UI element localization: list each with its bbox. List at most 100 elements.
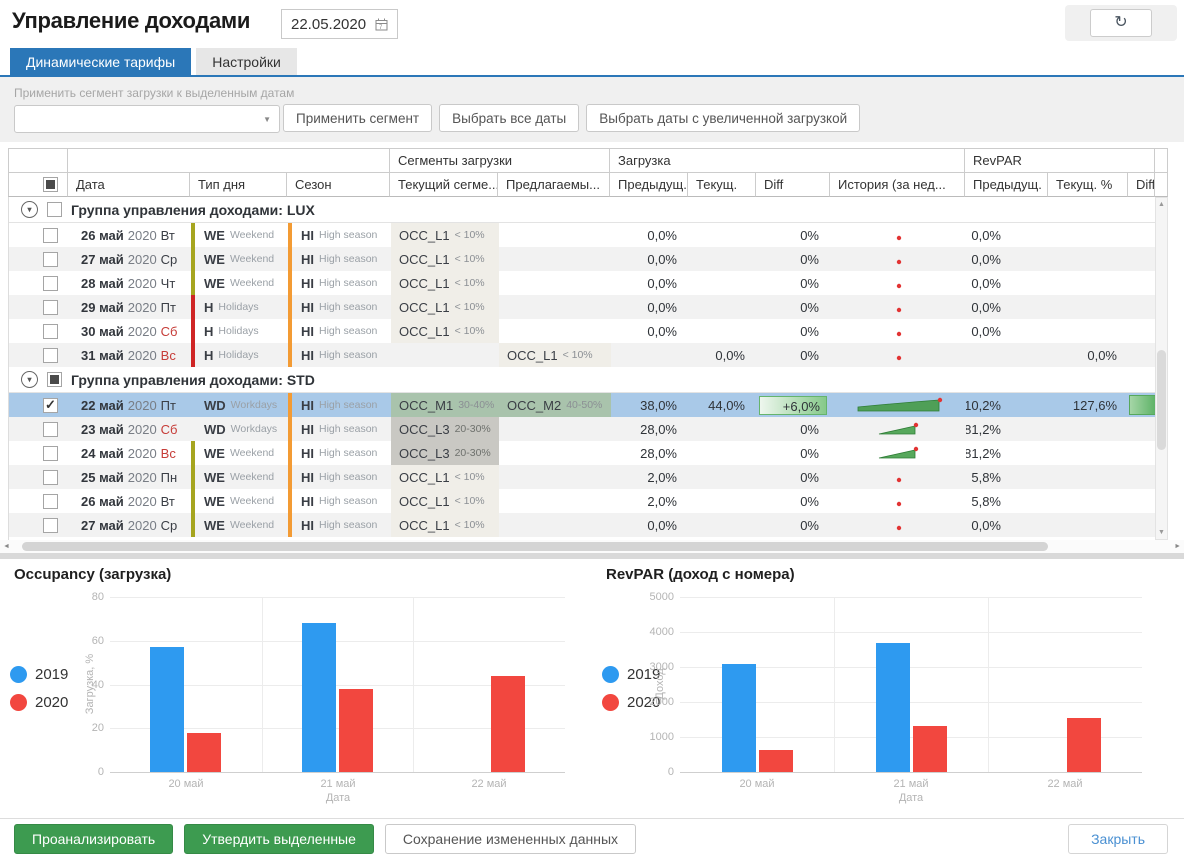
column-header-10[interactable]: Текущ. % [1048, 172, 1128, 197]
row-checkbox[interactable] [43, 518, 58, 533]
table-row[interactable]: 23 май2020СбWDWorkdaysHIHigh seasonOCC_L… [9, 417, 1155, 441]
vertical-scrollbar-thumb[interactable] [1157, 350, 1166, 450]
season-code: HI [301, 348, 314, 363]
season-cell: HIHigh season [288, 319, 391, 343]
select-all-checkbox[interactable] [43, 177, 58, 192]
row-checkbox[interactable] [43, 300, 58, 315]
date-input[interactable]: 22.05.2020 7 [281, 9, 398, 39]
proposed-segment-cell [499, 417, 611, 441]
occupancy-current-cell [689, 319, 757, 343]
table-row[interactable]: 26 май2020ВтWEWeekendHIHigh seasonOCC_L1… [9, 489, 1155, 513]
row-checkbox[interactable] [43, 422, 58, 437]
y-tick-label: 0 [98, 766, 104, 778]
column-header-11[interactable]: Diff [1128, 172, 1155, 197]
column-header-8[interactable]: История (за нед... [830, 172, 965, 197]
approve-selected-button[interactable]: Утвердить выделенные [184, 824, 374, 854]
close-button[interactable]: Закрыть [1068, 824, 1168, 854]
occupancy-diff-cell: 0% [757, 489, 831, 513]
legend-item[interactable]: 2019 [10, 666, 68, 683]
column-header-7[interactable]: Diff [756, 172, 830, 197]
table-row[interactable]: 27 май2020СрWEWeekendHIHigh seasonOCC_L1… [9, 247, 1155, 271]
occupancy-diff-cell: 0% [757, 319, 831, 343]
table-row[interactable]: 25 май2020ПнWEWeekendHIHigh seasonOCC_L1… [9, 465, 1155, 489]
date-weekday: Вс [161, 446, 176, 461]
season-cell: HIHigh season [288, 295, 391, 319]
row-checkbox[interactable] [43, 276, 58, 291]
analyze-button[interactable]: Проанализировать [14, 824, 173, 854]
revpar-previous-cell: 0,0% [966, 513, 1049, 537]
day-type-cell: WEWeekend [191, 513, 288, 537]
current-segment-cell: OCC_L1< 10% [391, 319, 499, 343]
row-checkbox[interactable] [43, 348, 58, 363]
tab-settings[interactable]: Настройки [196, 48, 297, 75]
row-select-cell [9, 513, 69, 537]
column-header-1[interactable]: Тип дня [190, 172, 287, 197]
column-group-3: Загрузка [610, 148, 965, 172]
row-checkbox[interactable] [43, 470, 58, 485]
column-header-0[interactable]: Дата [68, 172, 190, 197]
refresh-button[interactable]: ↻ [1090, 9, 1152, 37]
segment-select[interactable]: ▼ [14, 105, 280, 133]
collapse-icon[interactable]: ▾ [21, 201, 38, 218]
occupancy-current-cell [689, 513, 757, 537]
vertical-scrollbar[interactable]: ▲ ▼ [1155, 197, 1168, 540]
column-header-9[interactable]: Предыдущ. [965, 172, 1048, 197]
day-type-cell: WEWeekend [191, 223, 288, 247]
select-increased-load-dates-button[interactable]: Выбрать даты с увеличенной загрузкой [586, 104, 860, 132]
table-row[interactable]: 27 май2020СрWEWeekendHIHigh seasonOCC_L1… [9, 513, 1155, 537]
column-header-6[interactable]: Текущ. [688, 172, 756, 197]
day-type-code: H [204, 300, 213, 315]
scroll-right-icon[interactable]: ► [1174, 543, 1181, 550]
segment-name: OCC_L1 [399, 300, 450, 315]
segment-label: Применить сегмент загрузки к выделенным … [14, 86, 294, 100]
row-checkbox[interactable] [43, 398, 58, 413]
revpar-diff-highlight [1129, 395, 1155, 415]
gridline [834, 597, 835, 772]
table-row[interactable]: 28 май2020ЧтWEWeekendHIHigh seasonOCC_L1… [9, 271, 1155, 295]
legend-item[interactable]: 2020 [10, 694, 68, 711]
save-changed-data-button[interactable]: Сохранение измененных данных [385, 824, 636, 854]
group-checkbox[interactable] [47, 202, 62, 217]
calendar-icon[interactable]: 7 [375, 18, 388, 31]
tab-dynamic-rates[interactable]: Динамические тарифы [10, 48, 191, 75]
revpar-previous-cell: 0,0% [966, 295, 1049, 319]
row-checkbox[interactable] [43, 228, 58, 243]
table-row[interactable]: 24 май2020ВсWEWeekendHIHigh seasonOCC_L3… [9, 441, 1155, 465]
scroll-down-icon[interactable]: ▼ [1156, 529, 1167, 536]
segment-range: < 10% [455, 229, 485, 241]
select-all-dates-button[interactable]: Выбрать все даты [439, 104, 579, 132]
revpar-diff-cell [1129, 343, 1155, 367]
gridline [680, 632, 1142, 633]
apply-segment-button[interactable]: Применить сегмент [283, 104, 432, 132]
row-checkbox[interactable] [43, 252, 58, 267]
row-checkbox[interactable] [43, 494, 58, 509]
column-header-3[interactable]: Текущий сегме... [390, 172, 498, 197]
table-row[interactable]: 31 май2020ВсHHolidaysHIHigh seasonOCC_L1… [9, 343, 1155, 367]
column-header-2[interactable]: Сезон [287, 172, 390, 197]
date-day: 22 май [81, 398, 124, 413]
column-group-2: Сегменты загрузки [390, 148, 610, 172]
chart-plot: 01000200030004000500020 май21 май22 майД… [680, 597, 1142, 773]
scroll-left-icon[interactable]: ◄ [3, 543, 10, 550]
row-checkbox[interactable] [43, 446, 58, 461]
scroll-up-icon[interactable]: ▲ [1156, 201, 1167, 208]
date-year: 2020 [128, 324, 157, 339]
table-row[interactable]: 29 май2020ПтHHolidaysHIHigh seasonOCC_L1… [9, 295, 1155, 319]
column-header-5[interactable]: Предыдущ. [610, 172, 688, 197]
row-checkbox[interactable] [43, 324, 58, 339]
horizontal-scrollbar-thumb[interactable] [22, 542, 1048, 551]
column-header-4[interactable]: Предлагаемы... [498, 172, 610, 197]
table-row[interactable]: 22 май2020ПтWDWorkdaysHIHigh seasonOCC_M… [9, 393, 1155, 417]
segment-range: 40-50% [566, 399, 602, 411]
occupancy-current-cell [689, 271, 757, 295]
horizontal-scrollbar[interactable]: ◄ ► [0, 540, 1184, 553]
day-type-cell: WEWeekend [191, 441, 288, 465]
legend-dot [10, 666, 27, 683]
diff-highlight: +6,0% [759, 396, 827, 415]
table-row[interactable]: 26 май2020ВтWEWeekendHIHigh seasonOCC_L1… [9, 223, 1155, 247]
table-row[interactable]: 30 май2020СбHHolidaysHIHigh seasonOCC_L1… [9, 319, 1155, 343]
current-segment-cell: OCC_M130-40% [391, 393, 499, 417]
season-code: HI [301, 470, 314, 485]
group-checkbox[interactable] [47, 372, 62, 387]
collapse-icon[interactable]: ▾ [21, 371, 38, 388]
